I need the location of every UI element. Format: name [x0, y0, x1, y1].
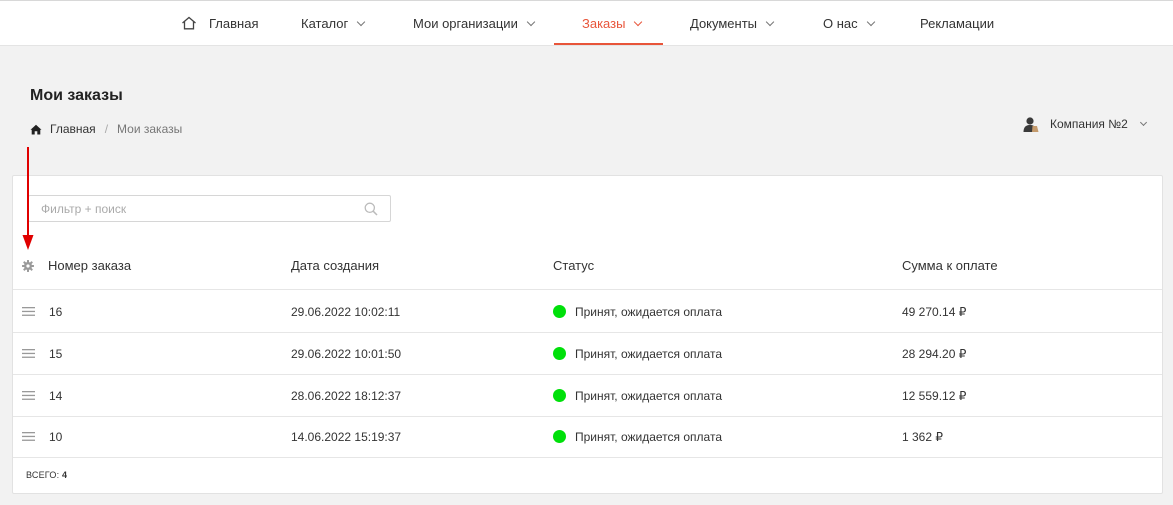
order-status: Принят, ожидается оплата: [553, 416, 722, 457]
amount-due: 12 559.12 ₽: [902, 388, 967, 403]
status-text: Принят, ожидается оплата: [575, 429, 722, 444]
status-dot: [553, 347, 566, 360]
nav-item-label: Рекламации: [920, 15, 995, 31]
table-row[interactable]: 14 28.06.2022 18:12:37 Принят, ожидается…: [13, 375, 1162, 417]
home-icon: [182, 16, 196, 30]
total-label: ВСЕГО:: [26, 470, 60, 480]
annotation-arrow-icon: [22, 147, 34, 250]
total-value: 4: [61, 470, 68, 480]
home-icon: [30, 124, 42, 134]
nav-item-claims[interactable]: Рекламации: [920, 0, 994, 46]
column-header-order-number[interactable]: Номер заказа: [48, 248, 131, 282]
status-dot: [553, 305, 566, 318]
nav-item-label: Каталог: [301, 15, 349, 31]
total-count: ВСЕГО: 4: [26, 470, 67, 480]
chevron-down-icon: [357, 17, 366, 26]
breadcrumb-current: Мои заказы: [117, 122, 183, 136]
table-row[interactable]: 10 14.06.2022 15:19:37 Принят, ожидается…: [13, 416, 1162, 458]
column-header-amount-due[interactable]: Сумма к оплате: [902, 248, 998, 282]
status-text: Принят, ожидается оплата: [575, 388, 722, 403]
status-dot: [553, 389, 566, 402]
created-date: 29.06.2022 10:02:11: [291, 304, 401, 319]
column-header-created-date[interactable]: Дата создания: [291, 248, 379, 282]
menu-icon[interactable]: [22, 307, 35, 316]
nav-item-label: Мои организации: [413, 15, 518, 31]
company-selector[interactable]: Компания №2: [1023, 115, 1147, 133]
breadcrumb-home-link[interactable]: Главная: [50, 122, 96, 136]
top-navigation: Главная Каталог Мои организации Заказы Д…: [0, 0, 1173, 46]
nav-item-label: Заказы: [582, 15, 626, 31]
status-text: Принят, ожидается оплата: [575, 304, 722, 319]
table-row[interactable]: 15 29.06.2022 10:01:50 Принят, ожидается…: [13, 333, 1162, 375]
table-row[interactable]: 16 29.06.2022 10:02:11 Принят, ожидается…: [13, 291, 1162, 333]
search-icon[interactable]: [364, 202, 378, 216]
menu-icon[interactable]: [22, 391, 35, 400]
table-header: Номер заказа Дата создания Статус Сумма …: [13, 248, 1162, 290]
nav-item-label: О нас: [823, 15, 858, 31]
nav-item-home[interactable]: Главная: [181, 0, 258, 46]
orders-panel: Номер заказа Дата создания Статус Сумма …: [12, 175, 1163, 494]
chevron-down-icon: [1139, 118, 1147, 127]
menu-icon[interactable]: [22, 349, 35, 358]
status-dot: [553, 430, 566, 443]
amount-due: 28 294.20 ₽: [902, 346, 967, 361]
created-date: 14.06.2022 15:19:37: [291, 429, 402, 444]
chevron-down-icon: [866, 17, 875, 26]
created-date: 28.06.2022 18:12:37: [291, 388, 402, 403]
order-number: 16: [49, 304, 63, 319]
order-status: Принят, ожидается оплата: [553, 333, 722, 374]
active-tab-underline: [554, 43, 663, 45]
nav-item-catalog[interactable]: Каталог: [301, 0, 366, 46]
chevron-down-icon: [526, 17, 536, 26]
order-number: 15: [49, 346, 63, 361]
filter-box: [28, 195, 391, 222]
order-number: 14: [49, 388, 63, 403]
order-status: Принят, ожидается оплата: [553, 291, 722, 332]
nav-item-organizations[interactable]: Мои организации: [413, 0, 536, 46]
nav-item-label: Документы: [690, 15, 758, 31]
menu-icon[interactable]: [22, 432, 35, 441]
created-date: 29.06.2022 10:01:50: [291, 346, 402, 361]
chevron-down-icon: [634, 17, 643, 26]
breadcrumb-separator: /: [104, 122, 109, 136]
company-name: Компания №2: [1050, 117, 1128, 131]
nav-item-label: Главная: [209, 15, 259, 31]
amount-due: 1 362 ₽: [902, 429, 943, 444]
nav-item-orders[interactable]: Заказы: [582, 0, 643, 46]
filter-search-input[interactable]: [29, 196, 359, 221]
breadcrumb: Главная / Мои заказы: [30, 121, 182, 137]
order-status: Принят, ожидается оплата: [553, 375, 722, 416]
page-title: Мои заказы: [30, 87, 123, 104]
nav-item-documents[interactable]: Документы: [690, 0, 775, 46]
status-text: Принят, ожидается оплата: [575, 346, 722, 361]
gear-icon[interactable]: [22, 260, 34, 272]
chevron-down-icon: [765, 17, 775, 26]
amount-due: 49 270.14 ₽: [902, 304, 967, 319]
user-icon: [1023, 117, 1039, 132]
nav-item-about[interactable]: О нас: [823, 0, 875, 46]
order-number: 10: [49, 429, 63, 444]
column-header-status[interactable]: Статус: [553, 248, 594, 282]
